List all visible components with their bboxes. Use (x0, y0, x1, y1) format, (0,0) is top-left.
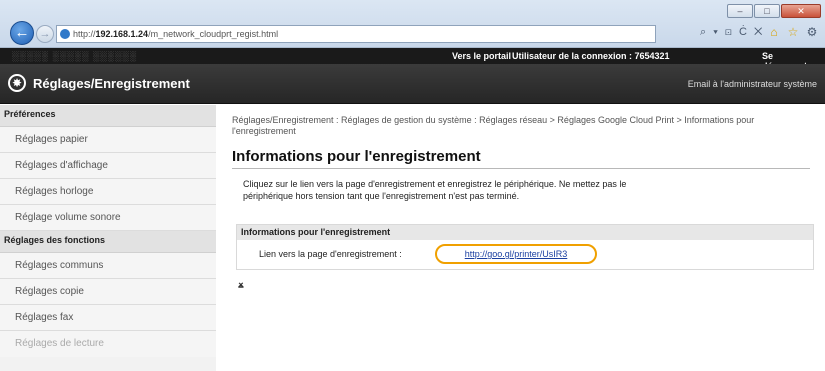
maximize-button[interactable]: □ (754, 4, 780, 18)
registration-link-row: Lien vers la page d'enregistrement : htt… (237, 240, 813, 270)
url-prefix: http:// (73, 29, 96, 39)
title-divider (232, 168, 810, 169)
url-host: 192.168.1.24 (95, 29, 149, 39)
login-user-label: Utilisateur de la connexion : 7654321 (512, 51, 670, 61)
registration-link-label: Lien vers la page d'enregistrement : (259, 249, 402, 259)
sidebar: Préférences Réglages papier Réglages d'a… (0, 105, 216, 371)
browser-page-icon (60, 29, 70, 39)
page-title: Informations pour l'enregistrement (232, 148, 481, 165)
settings-gear-icon[interactable]: ⚙ (805, 25, 819, 39)
settings-registration-icon: ✸ (8, 74, 26, 92)
sidebar-section-preferences: Préférences (0, 105, 216, 127)
page-section-title: Réglages/Enregistrement (33, 76, 190, 91)
sidebar-item-common-settings[interactable]: Réglages communs (0, 253, 216, 279)
sidebar-item-volume-settings[interactable]: Réglage volume sonore (0, 205, 216, 231)
back-to-top-icon[interactable]: ⨱ (238, 279, 244, 290)
sidebar-item-clock-settings[interactable]: Réglages horloge (0, 179, 216, 205)
instructions-text: Cliquez sur le lien vers la page d'enreg… (243, 179, 627, 201)
browser-chrome: – □ ✕ ← → http://192.168.1.24/m_network_… (0, 0, 825, 48)
top-bar: ░░░░░ ░░░░░ ░░░░░░ Vers le portail Utili… (0, 48, 825, 71)
close-button[interactable]: ✕ (781, 4, 821, 18)
device-model-label: ░░░░░ ░░░░░ ░░░░░░ (12, 51, 138, 61)
email-admin-link[interactable]: Email à l'administrateur système (688, 79, 817, 89)
title-bar: ✸ Réglages/Enregistrement Email à l'admi… (0, 64, 825, 104)
breadcrumb: Réglages/Enregistrement : Réglages de ge… (232, 115, 755, 136)
portal-link[interactable]: Vers le portail (452, 51, 511, 61)
main-content: Réglages/Enregistrement : Réglages de ge… (216, 105, 825, 371)
sidebar-section-function-settings: Réglages des fonctions (0, 231, 216, 253)
sidebar-item-scan-settings[interactable]: Réglages de lecture (0, 331, 216, 357)
registration-url-link[interactable]: http://goo.gl/printer/UsIR3 (435, 244, 597, 264)
window-controls: – □ ✕ (727, 4, 821, 18)
url-path: /m_network_cloudprt_regist.html (148, 29, 279, 39)
registration-info-header: Informations pour l'enregistrement (237, 225, 813, 240)
sidebar-item-paper-settings[interactable]: Réglages papier (0, 127, 216, 153)
minimize-button[interactable]: – (727, 4, 753, 18)
favorites-star-icon[interactable]: ☆ (786, 25, 800, 39)
forward-arrow-icon[interactable]: → (36, 25, 54, 43)
registration-info-panel: Informations pour l'enregistrement Lien … (236, 224, 814, 270)
sidebar-item-display-settings[interactable]: Réglages d'affichage (0, 153, 216, 179)
home-icon[interactable]: ⌂ (767, 25, 781, 39)
sidebar-item-fax-settings[interactable]: Réglages fax (0, 305, 216, 331)
address-bar[interactable]: http://192.168.1.24/m_network_cloudprt_r… (56, 25, 656, 43)
sidebar-item-copy-settings[interactable]: Réglages copie (0, 279, 216, 305)
address-tools[interactable]: ⌕ ▾ ⊡ Ċ ✕ (700, 26, 764, 39)
browser-toolbar-icons: ⌂ ☆ ⚙ (767, 25, 819, 39)
back-arrow-icon[interactable]: ← (10, 21, 34, 45)
